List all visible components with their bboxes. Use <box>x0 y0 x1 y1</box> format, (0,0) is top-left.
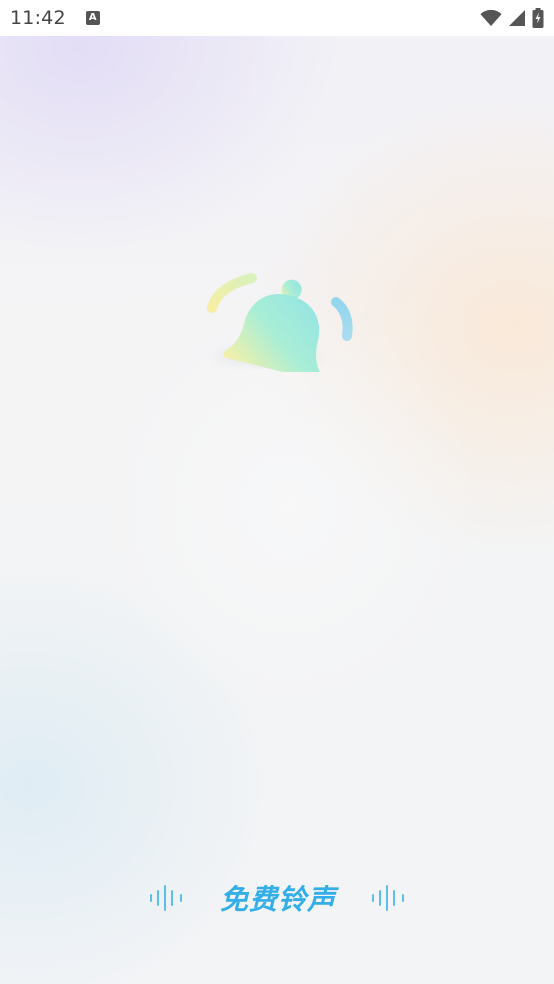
bell-icon <box>196 232 366 381</box>
splash-screen: 免费铃声 <box>0 36 554 984</box>
status-bar: 11:42 A <box>0 0 554 36</box>
sound-wave-icon <box>371 885 404 911</box>
cellular-signal-icon <box>509 10 525 26</box>
wifi-icon <box>480 9 502 27</box>
status-icons <box>480 8 544 28</box>
battery-charging-icon <box>532 8 544 28</box>
brand-lockup: 免费铃声 <box>148 876 408 920</box>
status-time: 11:42 <box>10 7 66 29</box>
brand-title: 免费铃声 <box>219 883 336 916</box>
notification-icon: A <box>85 11 100 25</box>
sound-wave-icon <box>150 885 182 911</box>
